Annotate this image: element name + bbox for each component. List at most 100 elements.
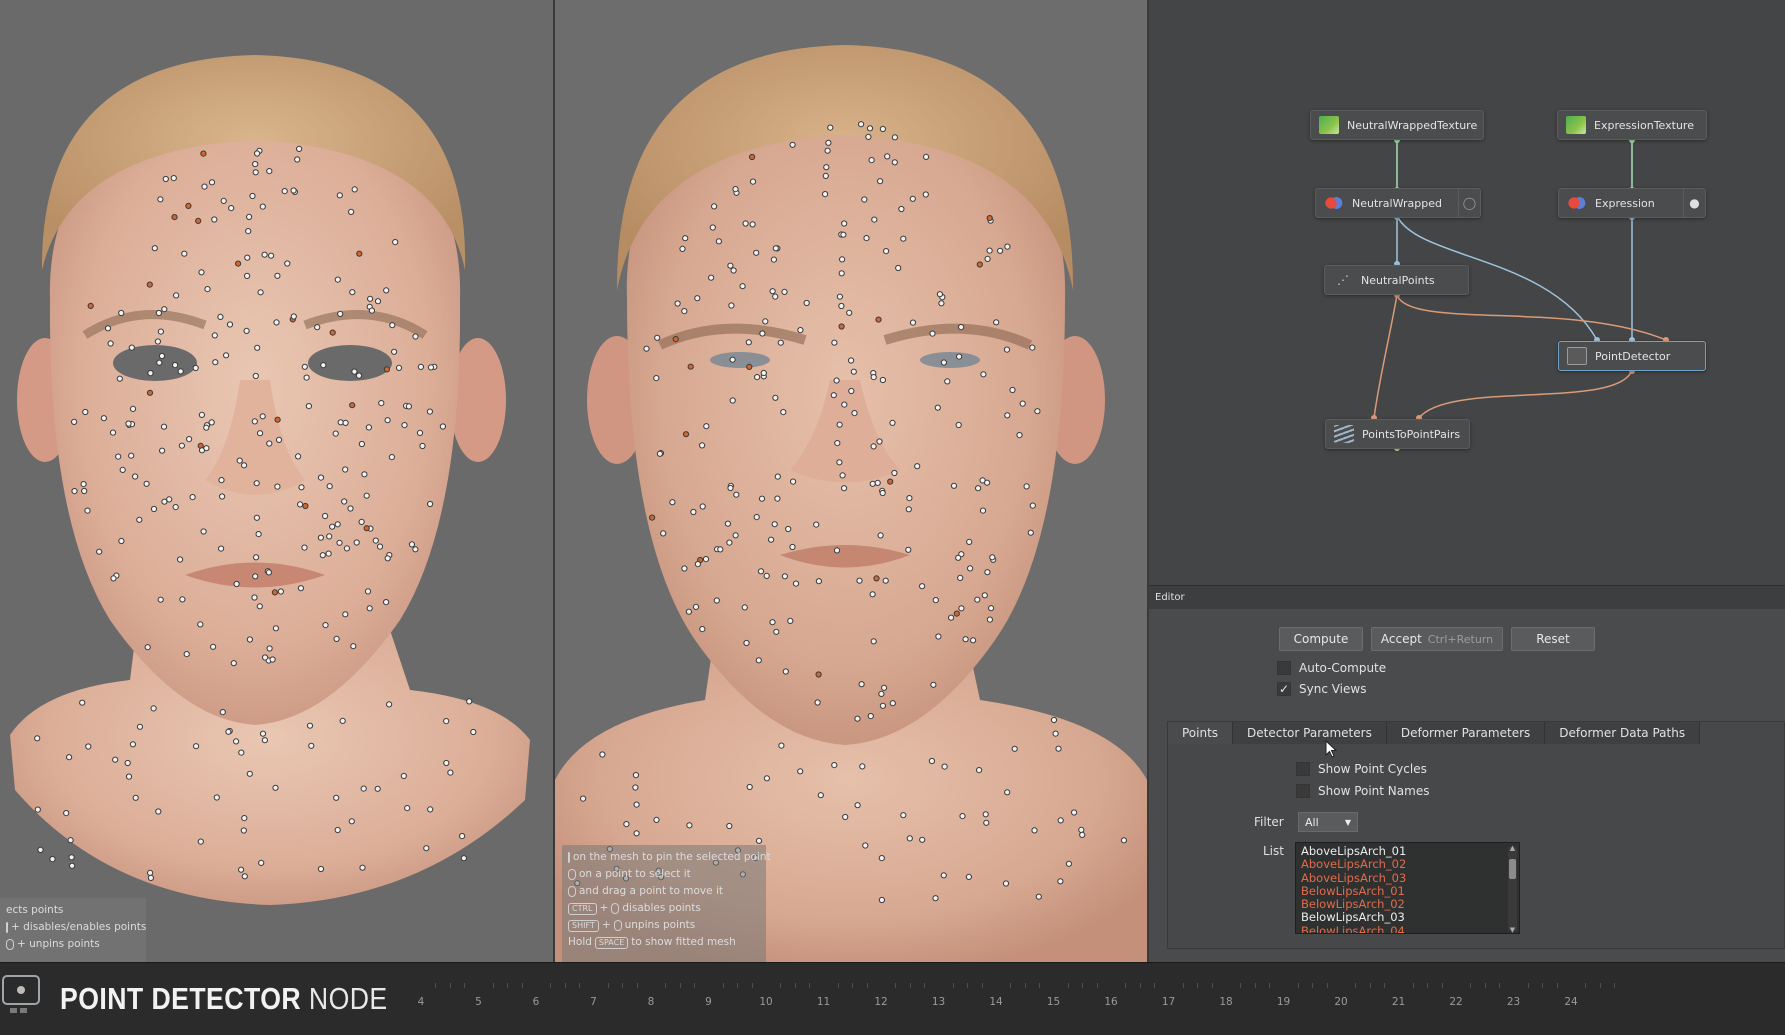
tracking-point[interactable] [815,578,822,585]
tracking-point[interactable] [730,267,737,274]
tracking-point[interactable] [685,608,692,615]
tracking-point[interactable] [757,568,765,575]
tracking-point[interactable] [104,325,112,332]
tracking-point[interactable] [374,298,382,305]
tracking-point[interactable] [200,150,207,157]
tracking-point[interactable] [419,442,426,450]
tracking-point[interactable] [865,133,872,140]
list-item[interactable]: AboveLipsArch_02 [1301,857,1514,871]
tracking-point[interactable] [128,344,135,351]
tracking-point[interactable] [868,157,875,164]
tracking-point[interactable] [363,492,370,499]
tracking-point[interactable] [246,636,253,643]
tracking-point[interactable] [841,220,848,227]
tracking-point[interactable] [173,292,180,299]
tracking-point[interactable] [125,773,133,780]
tracking-point[interactable] [938,300,945,307]
tracking-point[interactable] [789,141,796,148]
tracking-point[interactable] [143,480,150,487]
node-neutral-wrapped-texture[interactable]: NeutralWrappedTexture [1310,110,1484,140]
tracking-point[interactable] [879,125,886,133]
tracking-point[interactable] [290,187,297,194]
tracking-point[interactable] [349,289,356,296]
tracking-point[interactable] [326,533,333,540]
point-list[interactable]: AboveLipsArch_01 AboveLipsArch_02 AboveLip… [1295,842,1520,934]
tracking-point[interactable] [1120,837,1128,844]
tracking-point[interactable] [109,429,117,436]
tracking-point[interactable] [254,150,261,157]
tracking-point[interactable] [974,596,981,603]
tab-detector-parameters[interactable]: Detector Parameters [1233,722,1387,744]
tracking-point[interactable] [739,283,746,290]
tracking-point[interactable] [336,192,343,199]
tracking-point[interactable] [879,702,886,709]
tracking-point[interactable] [936,291,943,298]
tracking-point[interactable] [878,855,885,862]
tracking-point[interactable] [654,334,661,341]
tracking-point[interactable] [342,466,349,473]
tracking-point[interactable] [351,368,358,375]
tracking-point[interactable] [158,352,166,360]
tracking-point[interactable] [147,370,154,377]
tracking-point[interactable] [258,859,265,867]
tracking-point[interactable] [271,589,278,596]
tracking-point[interactable] [172,362,179,369]
tracking-point[interactable] [940,872,947,879]
tracking-point[interactable] [320,362,327,369]
tracking-point[interactable] [391,348,398,355]
tracking-point[interactable] [353,539,360,546]
tracking-point[interactable] [306,722,314,729]
tracking-point[interactable] [376,543,384,550]
tracking-point[interactable] [846,309,853,316]
tracking-point[interactable] [392,239,399,246]
tracking-point[interactable] [378,400,385,407]
tracking-point[interactable] [365,424,372,431]
tracking-point[interactable] [763,572,770,580]
show-point-names-checkbox[interactable]: Show Point Names [1296,784,1429,798]
tracking-point[interactable] [777,339,784,346]
tracking-point[interactable] [976,767,983,774]
tracking-point[interactable] [771,521,778,528]
tracking-point[interactable] [727,484,734,492]
tracking-point[interactable] [889,419,896,426]
tracking-point[interactable] [200,528,207,535]
tracking-point[interactable] [412,333,419,340]
tracking-point[interactable] [672,336,679,343]
tracking-point[interactable] [854,802,861,809]
tracking-point[interactable] [858,681,865,688]
tracking-point[interactable] [302,502,309,510]
tracking-point[interactable] [993,319,1000,326]
tracking-point[interactable] [953,610,960,617]
tracking-point[interactable] [950,482,958,489]
tracking-point[interactable] [290,313,297,320]
tracking-point[interactable] [261,737,268,744]
reset-button[interactable]: Reset [1511,627,1595,651]
tracking-point[interactable] [228,205,235,212]
tracking-point[interactable] [272,625,279,632]
tracking-point[interactable] [359,864,366,871]
tracking-point[interactable] [218,477,225,484]
tracking-point[interactable] [197,621,204,628]
tracking-point[interactable] [277,588,284,595]
tracking-point[interactable] [891,469,898,477]
tracking-point[interactable] [203,445,210,452]
tracking-point[interactable] [314,324,321,331]
tracking-point[interactable] [919,583,926,590]
tracking-point[interactable] [189,494,196,501]
tracking-point[interactable] [989,554,996,561]
tracking-point[interactable] [858,121,865,128]
tracking-point[interactable] [986,247,993,254]
tracking-point[interactable] [825,139,832,146]
tracking-point[interactable] [599,751,606,758]
tracking-point[interactable] [155,309,162,317]
tracking-point[interactable] [948,614,955,621]
tracking-point[interactable] [348,818,355,825]
tracking-point[interactable] [944,378,951,385]
tracking-point[interactable] [733,491,740,498]
tracking-point[interactable] [1009,386,1016,394]
tracking-point[interactable] [1065,860,1073,867]
tracking-point[interactable] [708,274,715,281]
tracking-point[interactable] [317,474,325,481]
tracking-point[interactable] [715,238,722,245]
tracking-point[interactable] [329,523,336,530]
